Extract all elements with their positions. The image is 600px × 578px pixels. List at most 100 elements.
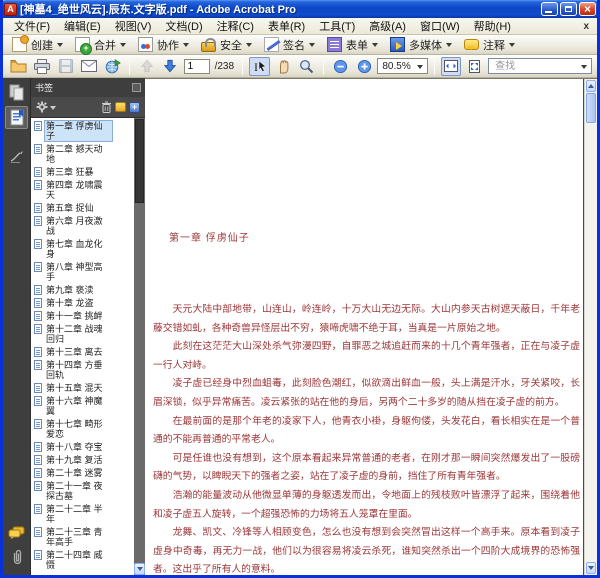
bookmark-item[interactable]: 第八章 神型高手	[34, 262, 133, 282]
menubar-close-icon[interactable]: x	[579, 21, 593, 32]
save-button[interactable]	[55, 57, 76, 76]
comment-button[interactable]: 注释	[461, 36, 518, 54]
menu-document[interactable]: 文档(D)	[158, 17, 209, 35]
bookmark-item[interactable]: 第三章 狂暴	[34, 167, 133, 177]
bookmark-item[interactable]: 第二十四章 威慑	[34, 550, 133, 570]
chevron-down-icon	[246, 43, 252, 47]
close-button[interactable]	[579, 2, 596, 16]
panel-collapse-button[interactable]	[132, 83, 141, 92]
email-button[interactable]	[79, 57, 100, 76]
bookmark-label: 第十章 龙盗	[46, 298, 94, 308]
bookmarks-scrollbar[interactable]	[134, 118, 145, 575]
multimedia-button[interactable]: 多媒体	[387, 36, 455, 54]
bookmark-item[interactable]: 第十五章 混天	[34, 383, 133, 393]
menu-file[interactable]: 文件(F)	[7, 17, 57, 35]
sign-button[interactable]: 签名	[261, 36, 318, 54]
menu-view[interactable]: 视图(V)	[108, 17, 159, 35]
create-label: 创建	[31, 39, 53, 52]
bookmarks-panel-button[interactable]	[5, 106, 28, 129]
scroll-up-button[interactable]	[586, 80, 596, 92]
next-page-button[interactable]	[160, 57, 181, 76]
find-field[interactable]	[488, 58, 593, 74]
bookmarks-scrollbar-thumb[interactable]	[135, 119, 144, 203]
create-button[interactable]: 创建	[9, 36, 66, 54]
bookmark-page-icon	[34, 360, 42, 370]
up-arrow-icon	[140, 59, 153, 73]
minimize-button[interactable]	[541, 2, 558, 16]
bookmark-item[interactable]: 第二十二章 半年	[34, 504, 133, 524]
document-scrollbar[interactable]	[584, 79, 597, 575]
bookmark-item[interactable]: 第十九章 复活	[34, 455, 133, 465]
comment-label: 注释	[483, 39, 505, 52]
bookmark-label: 第三章 狂暴	[46, 167, 94, 177]
bookmark-item[interactable]: 第七章 血龙化身	[34, 239, 133, 259]
document-scrollbar-thumb[interactable]	[586, 93, 596, 123]
bookmark-item[interactable]: 第二十一章 夜探古墓	[34, 481, 133, 501]
zoom-level-select[interactable]: 80.5%	[377, 58, 428, 74]
find-input[interactable]	[493, 59, 578, 73]
pages-panel-button[interactable]	[5, 81, 28, 104]
file-toolbar: /238 I 80.5%	[3, 55, 597, 78]
open-button[interactable]	[8, 57, 29, 76]
menu-advanced[interactable]: 高级(A)	[362, 17, 413, 35]
secure-button[interactable]: 安全	[198, 36, 255, 54]
bookmark-label: 第一章 俘虏仙子	[44, 120, 113, 142]
bookmark-item[interactable]: 第二章 撼天动地	[34, 144, 133, 164]
folder-icon	[10, 60, 27, 73]
bookmark-item[interactable]: 第十一章 挑衅	[34, 311, 133, 321]
bookmark-page-icon	[34, 481, 42, 491]
new-bookmark-button[interactable]: +	[129, 101, 140, 113]
menu-help[interactable]: 帮助(H)	[467, 17, 518, 35]
print-button[interactable]	[32, 57, 53, 76]
bookmark-page-icon	[34, 504, 42, 514]
zoom-out-button[interactable]	[330, 57, 351, 76]
attachments-panel-button[interactable]	[5, 546, 28, 569]
bookmark-item[interactable]: 第十二章 战魂回归	[34, 324, 133, 344]
menu-forms[interactable]: 表单(R)	[261, 17, 312, 35]
bookmarks-panel-header: 书签	[31, 78, 145, 97]
zoom-in-button[interactable]	[354, 57, 375, 76]
combine-button[interactable]: 合并	[72, 36, 129, 55]
scroll-down-button[interactable]	[586, 562, 596, 574]
hand-tool-button[interactable]	[273, 57, 294, 76]
select-tool-button[interactable]: I	[249, 56, 270, 76]
menu-tools[interactable]: 工具(T)	[312, 17, 362, 35]
comments-panel-button[interactable]	[5, 521, 28, 544]
bookmark-item[interactable]: 第六章 月夜激战	[34, 216, 133, 236]
marquee-zoom-button[interactable]	[296, 57, 317, 76]
sign-icon	[264, 37, 279, 52]
menu-comments[interactable]: 注释(C)	[210, 17, 261, 35]
menu-window[interactable]: 窗口(W)	[413, 17, 467, 35]
pdf-page[interactable]: 第一章 俘虏仙子 天元大陆中部地带，山连山，岭连岭，十万大山无边无际。大山内参天…	[145, 79, 584, 575]
expand-bookmarks-icon[interactable]	[115, 102, 126, 112]
bookmark-item[interactable]: 第十三章 离去	[34, 347, 133, 357]
bookmark-label: 第八章 神型高手	[46, 262, 103, 282]
page-number-input[interactable]	[183, 58, 210, 74]
bookmark-item[interactable]: 第十八章 夺宝	[34, 442, 133, 452]
bookmark-item[interactable]: 第十章 龙盗	[34, 298, 133, 308]
paragraph: 凌子虚已经身中烈血蛆毒，此刻脸色潮红，似欲滴出鲜血一般，头上满是汗水，牙关紧咬，…	[153, 378, 580, 408]
bookmark-item[interactable]: 第二十章 迷雾	[34, 468, 133, 478]
bookmark-options-button[interactable]	[36, 101, 56, 113]
fit-page-button[interactable]	[464, 57, 485, 76]
fit-width-button[interactable]	[440, 56, 462, 76]
bookmark-item[interactable]: 第五章 捉仙	[34, 203, 133, 213]
menu-edit[interactable]: 编辑(E)	[57, 17, 108, 35]
forms-button[interactable]: 表单	[324, 36, 381, 54]
previous-page-button[interactable]	[136, 57, 157, 76]
bookmark-item[interactable]: 第十六章 神魔翼	[34, 396, 133, 416]
delete-bookmark-button[interactable]	[101, 101, 112, 113]
bookmark-item[interactable]: 第一章 俘虏仙子	[34, 120, 133, 142]
bookmarks-scroll-down-button[interactable]	[134, 563, 145, 575]
collaborate-button[interactable]: 协作	[135, 36, 192, 54]
bookmark-item[interactable]: 第十四章 方垂回轨	[34, 360, 133, 380]
bookmark-item[interactable]: 第四章 龙啸震天	[34, 180, 133, 200]
bookmark-item[interactable]: 第二十三章 青年高手	[34, 527, 133, 547]
upload-document-button[interactable]	[103, 57, 124, 76]
bookmark-item[interactable]: 第九章 亵渎	[34, 285, 133, 295]
restore-button[interactable]	[560, 2, 577, 16]
bookmark-item[interactable]: 第十七章 畸形爱恋	[34, 419, 133, 439]
create-icon	[12, 36, 28, 52]
tasks-toolbar: 创建 合并 协作 安全 签名 表单 多媒体 注释	[3, 35, 597, 55]
signatures-panel-button[interactable]	[5, 145, 28, 168]
